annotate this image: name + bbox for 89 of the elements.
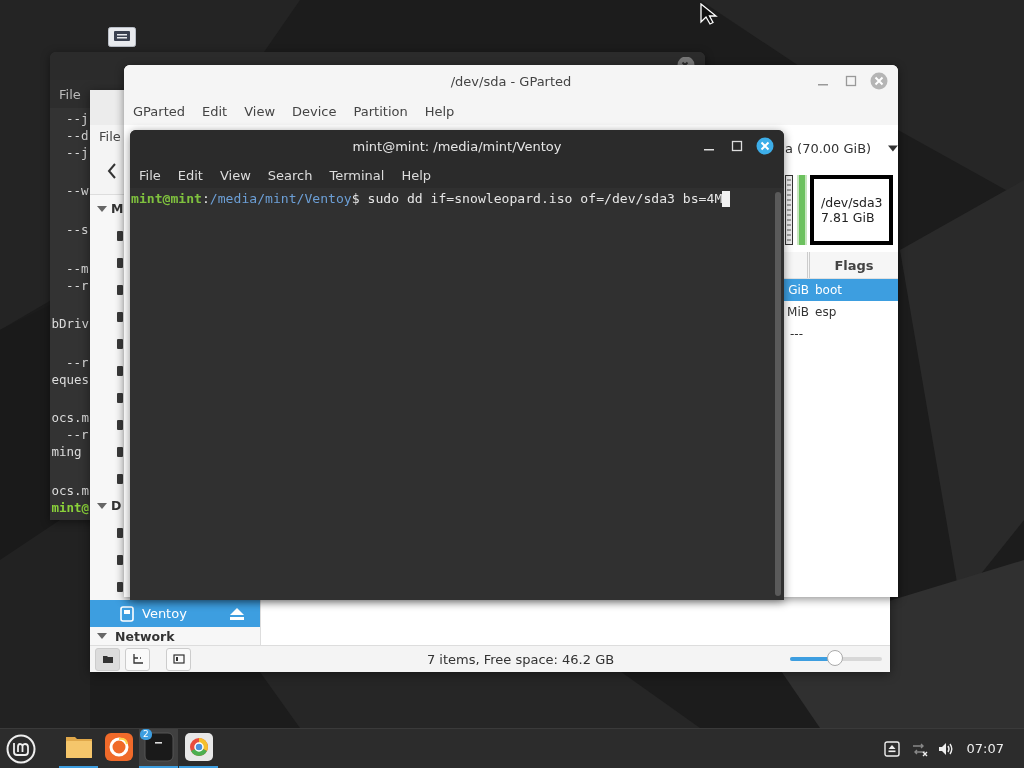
menu-item[interactable]: View: [218, 167, 252, 183]
menu-logo-icon[interactable]: [6, 733, 36, 764]
browser-icon: [103, 732, 134, 762]
folder-icon[interactable]: [117, 310, 123, 323]
partition-block[interactable]: /dev/sda3 7.81 GiB: [810, 175, 893, 245]
scrollbar[interactable]: [775, 192, 781, 596]
eject-icon[interactable]: [230, 607, 244, 620]
command-text: sudo dd if=snowleopard.iso of=/dev/sda3 bs=4M: [366, 190, 723, 208]
terminal-line: --r: [65, 354, 89, 372]
status-text: 7 items, Free space: 46.2 GB: [425, 651, 616, 667]
terminal-line: --j: [65, 111, 89, 128]
terminal-line: ocs.m: [51, 410, 90, 428]
menu-item[interactable]: GParted: [132, 103, 186, 119]
table-cell: ---: [790, 327, 803, 341]
expander-down-icon[interactable]: [97, 631, 107, 641]
text-cursor: [722, 191, 731, 207]
terminal-prompt: mint@: [51, 499, 90, 517]
removable-drive-icon[interactable]: [883, 740, 901, 757]
expander-down-icon[interactable]: [97, 500, 107, 511]
prompt-symbol: $: [351, 190, 360, 208]
table-cell: boot: [815, 283, 842, 297]
partition-block[interactable]: [785, 175, 793, 245]
terminal-line: --r: [65, 427, 89, 444]
folder-icon[interactable]: [117, 472, 123, 485]
table-row[interactable]: ---: [784, 323, 898, 345]
menu-item[interactable]: Terminal: [328, 167, 386, 183]
terminal-line: --m: [65, 260, 89, 278]
folder-icon[interactable]: [117, 526, 123, 539]
prompt-user: mint@mint: [131, 190, 202, 208]
sidebar-toggle-button[interactable]: [166, 647, 191, 671]
menu-item[interactable]: Edit: [201, 103, 229, 119]
terminal-line: --d: [65, 127, 89, 145]
folder-icon[interactable]: [117, 580, 123, 593]
section-heading[interactable]: Network: [115, 628, 175, 644]
expander-down-icon[interactable]: [97, 203, 107, 214]
menu-item[interactable]: Help: [423, 103, 456, 119]
section-heading[interactable]: D: [111, 498, 122, 513]
terminal-icon: [143, 732, 174, 762]
menu-item[interactable]: Device: [291, 103, 338, 119]
section-heading[interactable]: M: [111, 201, 124, 216]
sidebar-icon: [172, 653, 185, 665]
document-icon[interactable]: [108, 27, 136, 47]
menu-item[interactable]: Search: [266, 167, 314, 183]
terminal-line: --s: [65, 222, 89, 239]
tree-button[interactable]: [125, 647, 150, 671]
table-row[interactable]: MiB esp: [784, 301, 898, 323]
menu-item[interactable]: File: [98, 128, 122, 144]
folder-icon[interactable]: [117, 229, 123, 242]
dropdown-arrow-icon: [888, 144, 898, 152]
back-icon[interactable]: [106, 161, 118, 180]
mouse-pointer-icon: [700, 3, 718, 25]
places-icon: [101, 653, 114, 665]
drive-icon: [120, 605, 134, 622]
menu-item[interactable]: Edit: [176, 167, 204, 183]
terminal-line: --j: [65, 144, 89, 162]
folder-icon[interactable]: [117, 418, 123, 431]
tree-icon: [131, 653, 144, 665]
menu-item[interactable]: Help: [400, 167, 433, 183]
folder-icon[interactable]: [117, 445, 123, 458]
terminal-line: ocs.m: [51, 482, 90, 500]
browser-icon: [183, 732, 214, 762]
menu-item[interactable]: Partition: [352, 103, 409, 119]
table-cell: esp: [815, 305, 837, 319]
device-selector[interactable]: a (70.00 GiB): [784, 133, 898, 163]
close-icon[interactable]: [756, 137, 774, 155]
terminal-line: ming: [51, 444, 82, 461]
menu-item[interactable]: File: [58, 86, 82, 102]
terminal-line: --r: [65, 277, 89, 295]
menu-item[interactable]: File: [138, 167, 162, 183]
prompt-path: /media/mint/Ventoy: [209, 190, 352, 208]
window-title: /dev/sda - GParted: [450, 73, 572, 89]
places-button[interactable]: [95, 647, 120, 671]
folder-icon[interactable]: [117, 283, 123, 296]
clock[interactable]: 07:07: [966, 741, 1004, 756]
zoom-slider[interactable]: [790, 651, 882, 667]
menu-item[interactable]: View: [243, 103, 277, 119]
terminal-line: --w: [65, 183, 89, 201]
count-badge: 2: [140, 728, 152, 740]
terminal-line: eques: [51, 371, 90, 389]
folder-icon[interactable]: [117, 364, 123, 377]
folder-icon[interactable]: [117, 553, 123, 566]
folder-icon[interactable]: [117, 256, 123, 269]
table-cell: GiB: [788, 283, 809, 297]
table-cell: MiB: [787, 305, 809, 319]
folder-icon[interactable]: [117, 337, 123, 350]
prompt-separator: :: [201, 190, 210, 208]
terminal-line: bDriv: [51, 316, 90, 333]
folder-icon[interactable]: [117, 391, 123, 404]
window-title: mint@mint: /media/mint/Ventoy: [352, 138, 562, 154]
